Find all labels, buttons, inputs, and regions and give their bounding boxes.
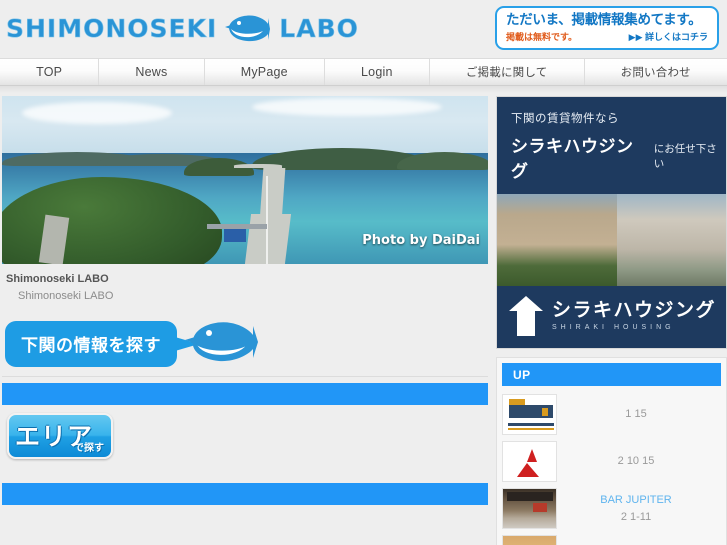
site-title-main: Shimonoseki LABO xyxy=(6,273,109,285)
site-title-sub: Shimonoseki LABO xyxy=(18,289,114,302)
sidebar: 下関の賃貸物件なら シラキハウジング にお任せ下さい シラキハウジング SHIR… xyxy=(490,93,727,545)
logo-text-left: SHIMONOSEKI xyxy=(6,13,218,43)
ad-property-photos xyxy=(497,194,726,286)
promo-banner-main-text: ただいま、掲載情報集めてます。 xyxy=(506,12,702,28)
take-logo-thumb xyxy=(502,394,557,435)
area-button-row: エリア で探す xyxy=(0,405,490,477)
next-section-header xyxy=(2,483,488,505)
nav-item-top[interactable]: TOP xyxy=(0,59,100,85)
search-by-area-sublabel: で探す xyxy=(74,443,104,454)
photo-credit: Photo by DaiDai xyxy=(362,233,480,248)
site-logo[interactable]: SHIMONOSEKI LABO xyxy=(6,8,359,48)
nav-shadow xyxy=(0,86,727,93)
nav-item-contact[interactable]: お問い合わせ xyxy=(585,59,727,85)
up-list: 1 15 2 10 15 BAR JUPITER 2 1-11 xyxy=(497,391,726,545)
nav-item-news[interactable]: News xyxy=(99,59,205,85)
search-by-area-button[interactable]: エリア で探す xyxy=(7,413,113,459)
list-item[interactable]: 2 10 15 xyxy=(502,438,721,485)
road-sign xyxy=(224,229,246,242)
nav-item-about-listing[interactable]: ご掲載に関して xyxy=(430,59,585,85)
bar-storefront-thumb xyxy=(502,488,557,529)
list-item[interactable]: 1 15 xyxy=(502,391,721,438)
list-item[interactable]: 2-7-19 xyxy=(502,532,721,545)
main-navigation: TOP News MyPage Login ご掲載に関して お問い合わせ xyxy=(0,58,727,86)
ad-logo-sub-text: SHIRAKI HOUSING xyxy=(552,324,675,331)
ad-headline-block: 下関の賃貸物件なら シラキハウジング にお任せ下さい xyxy=(497,97,726,194)
ad-brand-name: シラキハウジング xyxy=(511,137,634,181)
ad-logo-main-text: シラキハウジング xyxy=(552,300,717,321)
search-prompt-row: 下関の情報を探す xyxy=(0,316,490,376)
nav-item-mypage[interactable]: MyPage xyxy=(205,59,325,85)
pufferfish-icon xyxy=(225,13,271,43)
hero-image: Photo by DaiDai xyxy=(2,96,488,264)
promo-banner[interactable]: ただいま、掲載情報集めてます。 掲載は無料です。 ▶▶ 詳しくはコチラ xyxy=(495,6,719,50)
pufferfish-mascot xyxy=(185,318,260,366)
list-item-name[interactable]: BAR JUPITER xyxy=(557,492,715,509)
list-item-address: 2 1-11 xyxy=(620,510,652,523)
site-title-block: Shimonoseki LABO Shimonoseki LABO xyxy=(0,264,490,304)
ad-logo-block: シラキハウジング SHIRAKI HOUSING xyxy=(497,286,726,348)
site-header: SHIMONOSEKI LABO ただいま、掲載情報集めてます。 掲載は無料です… xyxy=(0,0,727,58)
page-root: SHIMONOSEKI LABO ただいま、掲載情報集めてます。 掲載は無料です… xyxy=(0,0,727,545)
road-center-line xyxy=(266,176,268,264)
promo-banner-link[interactable]: ▶▶ 詳しくはコチラ xyxy=(629,30,708,43)
logo-text-right: LABO xyxy=(279,13,359,43)
ad-headline-tail: にお任せ下さい xyxy=(653,143,717,170)
divider xyxy=(2,376,488,377)
cloud-shape xyxy=(252,98,442,116)
red-triangle-logo-thumb xyxy=(502,441,557,482)
list-item-address: 1 15 xyxy=(625,408,647,421)
list-item[interactable]: BAR JUPITER 2 1-11 xyxy=(502,485,721,532)
ad-headline-top: 下関の賃貸物件なら xyxy=(511,113,619,125)
promo-banner-sub-text: 掲載は無料です。 xyxy=(506,31,578,42)
shiraki-housing-ad[interactable]: 下関の賃貸物件なら シラキハウジング にお任せ下さい シラキハウジング SHIR… xyxy=(496,96,727,349)
search-bubble-label[interactable]: 下関の情報を探す xyxy=(5,321,199,367)
up-panel-title: UP xyxy=(502,363,721,386)
up-panel: UP 1 15 2 10 15 BAR JUPITER 2 1-11 xyxy=(496,357,727,545)
nav-item-login[interactable]: Login xyxy=(325,59,430,85)
room-interior-thumb xyxy=(502,535,557,545)
ad-photo-apartment-right xyxy=(616,194,726,286)
house-icon xyxy=(509,296,543,336)
content-area: Photo by DaiDai Shimonoseki LABO Shimono… xyxy=(0,93,727,545)
cloud-shape xyxy=(22,102,172,124)
area-section-header xyxy=(2,383,488,405)
main-column: Photo by DaiDai Shimonoseki LABO Shimono… xyxy=(0,93,490,545)
list-item-address: 2 10 15 xyxy=(617,455,655,468)
bridge-deck-near xyxy=(244,214,292,264)
ad-photo-apartment-left xyxy=(497,194,617,286)
